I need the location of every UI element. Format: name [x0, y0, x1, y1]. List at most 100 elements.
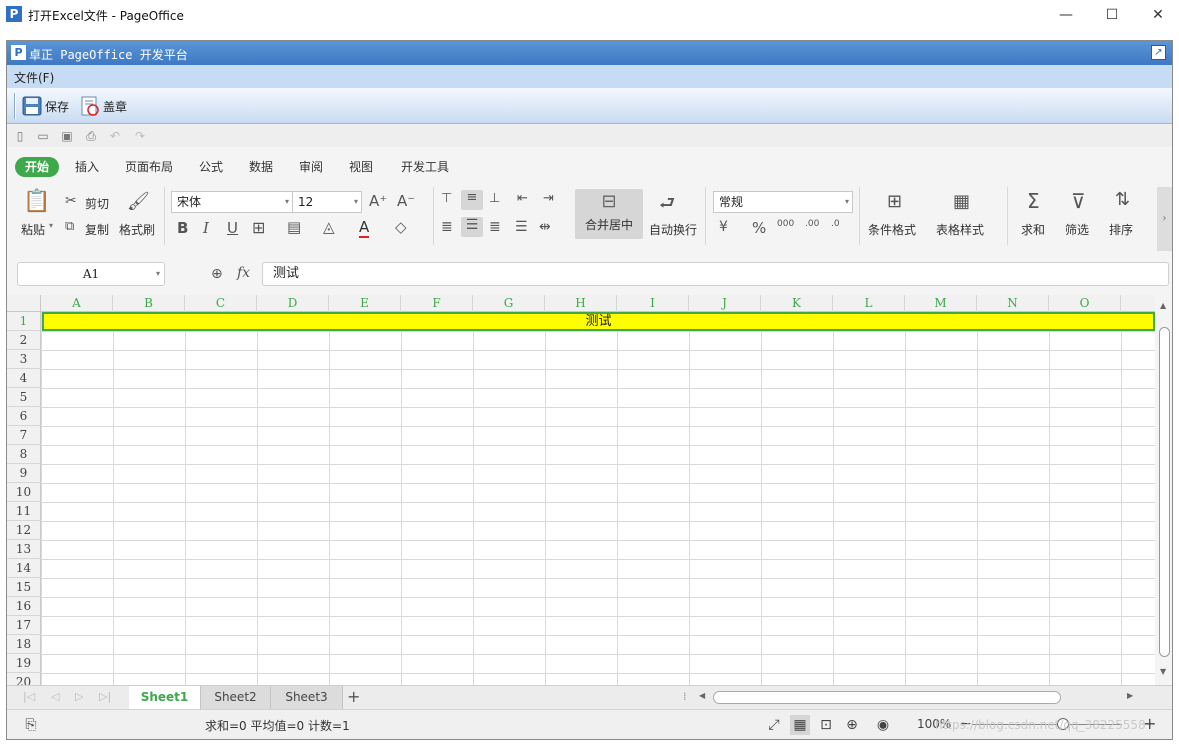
save-small-icon[interactable]: ▣ — [60, 129, 74, 143]
format-painter-icon[interactable]: 🖌 — [127, 191, 150, 212]
row-header[interactable]: 1 — [7, 312, 41, 331]
format-painter-button[interactable]: 格式刷 — [119, 221, 155, 238]
column-header[interactable]: I — [617, 295, 689, 312]
paste-button[interactable]: 粘贴 — [21, 221, 45, 238]
open-folder-icon[interactable]: ▭ — [36, 129, 50, 143]
align-left-icon[interactable]: ≣ — [441, 219, 453, 235]
new-file-icon[interactable]: ▯ — [13, 129, 27, 143]
font-size-select[interactable]: 12 ▾ — [292, 191, 362, 213]
select-all-corner[interactable] — [7, 295, 41, 312]
copy-button[interactable]: 复制 — [85, 221, 109, 238]
row-header[interactable]: 6 — [7, 407, 41, 426]
column-header[interactable]: C — [185, 295, 257, 312]
wrap-text-button[interactable]: 自动换行 — [649, 221, 697, 238]
wrap-text-icon[interactable]: ⮐ — [659, 191, 675, 221]
scroll-left-icon[interactable]: ◀ — [699, 691, 705, 700]
reading-mode-icon[interactable]: ⊕ — [842, 715, 862, 735]
next-sheet-icon[interactable]: ▷ — [75, 690, 83, 703]
conditional-format-button[interactable]: 条件格式 — [868, 221, 916, 238]
vertical-scroll-thumb[interactable] — [1159, 327, 1170, 657]
merged-cell-a1[interactable]: 测试 — [42, 312, 1155, 331]
fullscreen-icon[interactable]: ↗ — [1151, 45, 1166, 60]
fx-icon[interactable]: fx — [237, 265, 250, 281]
scroll-up-icon[interactable]: ▲ — [1160, 301, 1166, 310]
decrease-decimal-icon[interactable]: .0 — [831, 219, 840, 229]
decrease-font-icon[interactable]: A⁻ — [397, 192, 415, 210]
sum-icon[interactable]: Σ — [1027, 189, 1040, 213]
filter-button[interactable]: 筛选 — [1065, 221, 1089, 238]
row-header[interactable]: 13 — [7, 540, 41, 559]
horizontal-scroll-thumb[interactable] — [713, 691, 1061, 704]
macro-record-icon[interactable]: ⎘ — [21, 715, 41, 735]
copy-icon[interactable]: ⧉ — [65, 219, 74, 234]
row-header[interactable]: 7 — [7, 426, 41, 445]
row-header[interactable]: 18 — [7, 635, 41, 654]
menu-file[interactable]: 文件(F) — [14, 69, 54, 86]
save-button[interactable]: 保存 — [21, 93, 69, 119]
row-header[interactable]: 9 — [7, 464, 41, 483]
conditional-format-icon[interactable]: ⊞ — [887, 191, 902, 212]
column-header[interactable]: E — [329, 295, 401, 312]
font-name-select[interactable]: 宋体 ▾ — [171, 191, 293, 213]
prev-sheet-icon[interactable]: ◁ — [51, 690, 59, 703]
column-header[interactable]: M — [905, 295, 977, 312]
column-header[interactable]: B — [113, 295, 185, 312]
sheet-tab-sheet1[interactable]: Sheet1 — [129, 686, 201, 710]
tab-view[interactable]: 视图 — [347, 157, 375, 177]
column-header[interactable]: F — [401, 295, 473, 312]
column-header[interactable]: G — [473, 295, 545, 312]
number-format-select[interactable]: 常规 ▾ — [713, 191, 853, 213]
name-box[interactable]: A1 ▾ — [17, 262, 165, 286]
stamp-button[interactable]: 盖章 — [79, 93, 127, 119]
paste-icon[interactable]: 📋 — [23, 189, 50, 215]
row-header[interactable]: 5 — [7, 388, 41, 407]
tab-formulas[interactable]: 公式 — [197, 157, 225, 177]
page-break-view-icon[interactable]: ⊡ — [816, 715, 836, 735]
minimize-button[interactable]: — — [1043, 0, 1089, 30]
sort-icon[interactable]: ⇅ — [1115, 189, 1130, 210]
scroll-right-icon[interactable]: ▶ — [1127, 691, 1133, 700]
cut-icon[interactable]: ✂ — [65, 193, 77, 209]
italic-icon[interactable]: I — [203, 219, 209, 237]
border-icon[interactable]: ⊞ — [252, 218, 265, 237]
column-header[interactable]: O — [1049, 295, 1121, 312]
row-header[interactable]: 15 — [7, 578, 41, 597]
align-middle-icon[interactable]: ≡ — [461, 190, 483, 210]
align-bottom-icon[interactable]: ⊥ — [489, 191, 500, 206]
thousands-icon[interactable]: 000 — [777, 219, 794, 229]
sheet-tab-sheet2[interactable]: Sheet2 — [201, 686, 271, 710]
column-header[interactable]: A — [41, 295, 113, 312]
fill-color-icon[interactable]: ◬ — [323, 218, 335, 236]
print-icon[interactable]: ⎙ — [84, 129, 98, 143]
row-header[interactable]: 10 — [7, 483, 41, 502]
fullscreen-view-icon[interactable]: ⤢ — [764, 715, 784, 735]
merge-center-button[interactable]: ⊟ 合并居中 — [575, 189, 643, 239]
tab-developer[interactable]: 开发工具 — [399, 157, 451, 177]
scroll-down-icon[interactable]: ▼ — [1160, 667, 1166, 676]
tab-insert[interactable]: 插入 — [73, 157, 101, 177]
table-style-icon[interactable]: ▦ — [953, 191, 970, 212]
sum-button[interactable]: 求和 — [1021, 221, 1045, 238]
table-style-button[interactable]: 表格样式 — [936, 221, 984, 238]
row-header[interactable]: 2 — [7, 331, 41, 350]
column-header[interactable]: L — [833, 295, 905, 312]
currency-icon[interactable]: ¥ — [719, 219, 728, 235]
percent-icon[interactable]: % — [752, 219, 766, 237]
row-header[interactable]: 16 — [7, 597, 41, 616]
sort-button[interactable]: 排序 — [1109, 221, 1133, 238]
sheet-tab-sheet3[interactable]: Sheet3 — [271, 686, 343, 710]
column-header[interactable]: J — [689, 295, 761, 312]
zoom-search-icon[interactable]: ⊕ — [211, 266, 223, 282]
first-sheet-icon[interactable]: |◁ — [23, 690, 35, 703]
add-sheet-button[interactable]: + — [347, 687, 360, 706]
align-right-icon[interactable]: ≣ — [489, 219, 501, 235]
vertical-scrollbar[interactable]: ▲ ▼ — [1157, 295, 1172, 685]
row-header[interactable]: 8 — [7, 445, 41, 464]
redo-icon[interactable]: ↷ — [133, 129, 147, 143]
row-header[interactable]: 14 — [7, 559, 41, 578]
font-color-icon[interactable]: A — [359, 218, 370, 238]
splitter-icon[interactable]: ⁞ — [683, 690, 687, 703]
row-header[interactable]: 20 — [7, 673, 41, 685]
increase-indent-icon[interactable]: ⇥ — [543, 191, 554, 206]
normal-view-icon[interactable]: ▦ — [790, 715, 810, 735]
